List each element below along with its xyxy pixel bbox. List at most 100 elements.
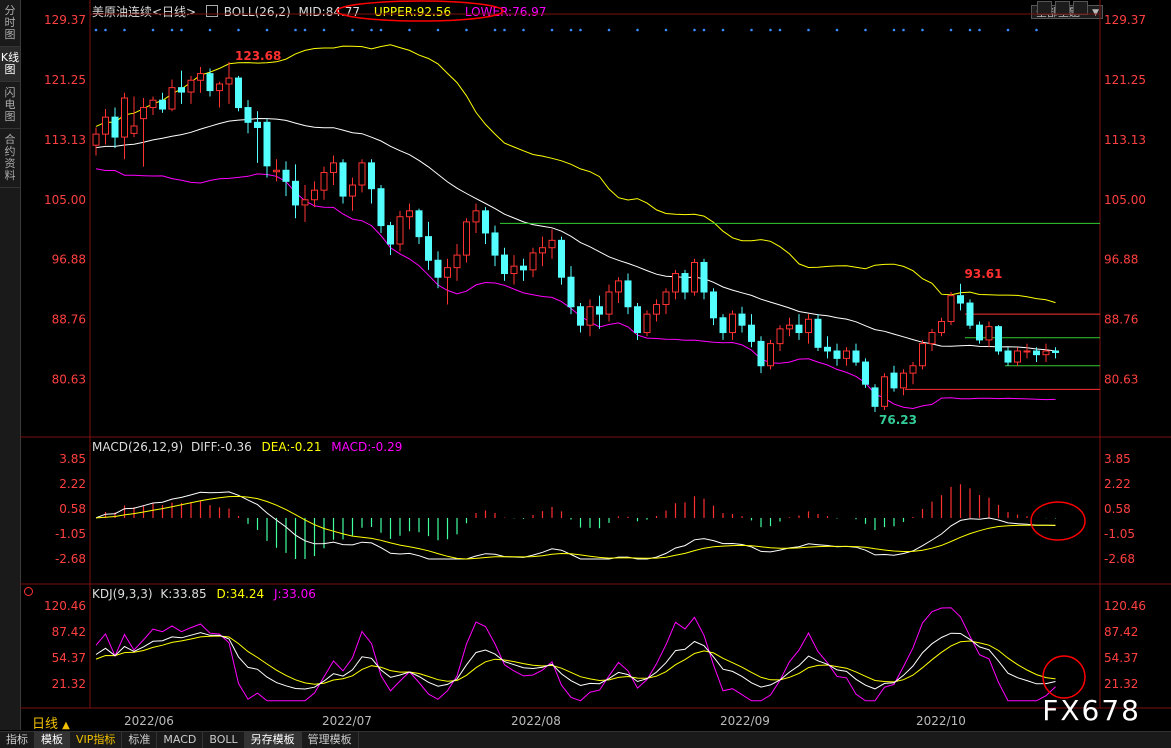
signal-dot	[170, 28, 174, 32]
tab-standard[interactable]: 标准	[122, 732, 158, 748]
candle-body	[795, 324, 803, 334]
kdj-axis-label-right: 87.42	[1104, 625, 1138, 639]
price-axis-label-left: 96.88	[52, 253, 86, 267]
signal-dot	[522, 28, 525, 32]
signal-dot	[607, 28, 611, 32]
candle-body	[890, 372, 898, 389]
tab-k-chart[interactable]: K线图	[0, 47, 20, 82]
candle-body	[102, 116, 109, 135]
candle-body	[710, 291, 717, 319]
candle-body	[995, 326, 1002, 352]
candle-body	[320, 171, 328, 191]
signal-dot	[237, 28, 240, 32]
candle-body	[757, 340, 765, 367]
signal-dot	[550, 28, 554, 32]
candle-body	[491, 232, 499, 256]
tab-save-template[interactable]: 另存模板	[244, 732, 302, 748]
highlight-circle	[1030, 501, 1086, 541]
candle-body	[567, 276, 575, 308]
highlight-circle	[1042, 655, 1086, 699]
price-axis-label-left: 113.13	[44, 133, 86, 147]
candle-body	[653, 304, 660, 315]
macd-axis-label-left: -1.05	[55, 527, 86, 541]
bottom-bar: 2022/06 2022/07 2022/08 2022/09 2022/10 …	[0, 711, 1171, 748]
candle-body	[1023, 350, 1031, 353]
candle-body	[624, 280, 632, 308]
candle-body	[425, 236, 432, 261]
tab-indicators[interactable]: 指标	[0, 732, 35, 748]
tab-macd[interactable]: MACD	[157, 732, 204, 748]
highlight-circle	[336, 0, 504, 22]
candle-body	[548, 239, 556, 249]
price-axis-label-right: 129.37	[1104, 13, 1146, 27]
signal-dot	[750, 28, 753, 32]
date-label: 2022/10	[916, 714, 966, 728]
tab-contract-info[interactable]: 合约资料	[0, 129, 20, 188]
signal-dot	[835, 28, 839, 32]
candle-body	[358, 162, 366, 186]
tab-time-chart[interactable]: 分时图	[0, 0, 20, 47]
candle-body	[121, 97, 128, 138]
signal-dot	[892, 28, 896, 32]
tab-boll[interactable]: BOLL	[203, 732, 245, 748]
signal-dot	[721, 28, 725, 32]
candle-body	[700, 261, 708, 293]
signal-dot	[1035, 28, 1038, 32]
candle-body	[140, 107, 147, 120]
signal-dot	[436, 28, 440, 32]
tab-flash-chart[interactable]: 闪电图	[0, 82, 20, 129]
candle-body	[149, 99, 157, 109]
tab-vip-indicators[interactable]: VIP指标	[70, 732, 123, 748]
annotation-high: 123.68	[235, 49, 281, 63]
price-axis-label-right: 88.76	[1104, 313, 1138, 327]
candle-body	[529, 252, 537, 271]
signal-dot	[94, 28, 98, 32]
period-selector[interactable]: 日线 ▲	[32, 713, 70, 732]
signal-dot	[180, 28, 183, 32]
signal-dot	[493, 28, 497, 32]
candle-body	[406, 210, 413, 218]
signal-dot	[807, 28, 810, 32]
candle-body	[662, 291, 670, 306]
candle-body	[900, 372, 907, 389]
signal-dot	[968, 28, 972, 32]
candle-body	[368, 162, 375, 190]
candle-body	[463, 221, 470, 256]
kdj-axis-label-right: 21.32	[1104, 677, 1138, 691]
signal-dot	[778, 28, 782, 32]
signal-dot	[902, 28, 905, 32]
candle-body	[881, 376, 888, 407]
candle-body	[1042, 350, 1050, 356]
macd-axis-label-left: -2.68	[55, 552, 86, 566]
date-label: 2022/08	[511, 714, 561, 728]
candle-body	[282, 169, 290, 182]
candle-body	[292, 180, 299, 206]
price-axis-label-left: 88.76	[52, 313, 86, 327]
candle-body	[273, 169, 280, 173]
candle-body	[634, 306, 641, 334]
watermark: FX678	[1042, 694, 1141, 727]
candle-body	[510, 265, 518, 275]
candle-body	[748, 324, 755, 342]
candle-body	[377, 188, 385, 227]
candle-body	[520, 265, 527, 271]
candle-body	[235, 77, 242, 109]
candle-body	[909, 365, 917, 374]
signal-dot	[104, 28, 107, 32]
price-panel-frame	[89, 13, 1101, 438]
candle-body	[605, 291, 613, 315]
tab-templates[interactable]: 模板	[35, 732, 70, 748]
candle-body	[92, 133, 100, 146]
candle-body	[472, 210, 480, 223]
candle-body	[814, 318, 822, 348]
period-label: 日线	[32, 717, 59, 732]
signal-dot	[303, 28, 307, 32]
kdj-axis-label-left: 120.46	[44, 599, 86, 613]
candle-body	[225, 77, 233, 85]
annotation-low: 76.23	[879, 413, 917, 427]
candle-body	[216, 83, 223, 92]
candle-body	[843, 350, 850, 359]
macd-axis-label-right: -2.68	[1104, 552, 1135, 566]
tab-manage-templates[interactable]: 管理模板	[302, 732, 359, 748]
candle-body	[824, 346, 831, 352]
